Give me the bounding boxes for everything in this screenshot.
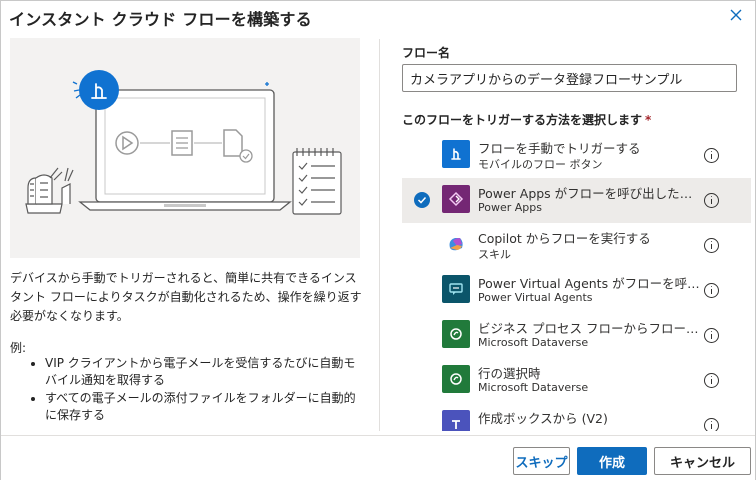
required-mark: * — [645, 113, 652, 127]
trigger-item-manual[interactable]: フローを手動でトリガーする モバイルのフロー ボタン — [402, 133, 751, 178]
trigger-label: このフローをトリガーする方法を選択します * — [402, 111, 651, 128]
trigger-title: 作成ボックスから (V2) — [478, 411, 608, 426]
dialog-footer: スキップ 作成 キャンセル — [1, 435, 755, 480]
skip-button[interactable]: スキップ — [513, 447, 570, 475]
dataverse-icon — [442, 365, 470, 393]
trigger-title: Copilot からフローを実行する — [478, 231, 651, 246]
dialog-title: インスタント クラウド フローを構築する — [9, 10, 312, 29]
trigger-subtitle: モバイルのフロー ボタン — [478, 158, 603, 171]
panel-divider — [379, 39, 380, 431]
trigger-title: Power Virtual Agents がフローを呼び出したとき — [478, 276, 700, 291]
example-list: VIP クライアントから電子メールを受信するたびに自動モバイル通知を取得する す… — [27, 355, 361, 425]
touch-icon — [442, 140, 470, 168]
plant-icon — [25, 167, 74, 214]
close-icon[interactable] — [727, 6, 745, 24]
description-text: デバイスから手動でトリガーされると、簡単に共有できるインスタント フローによりタ… — [10, 271, 362, 323]
trigger-subtitle: Power Apps — [478, 201, 542, 214]
dialog: インスタント クラウド フローを構築する デバイスから手動でトリガーされると、簡… — [0, 0, 756, 480]
cancel-button[interactable]: キャンセル — [654, 447, 751, 475]
trigger-subtitle: スキル — [478, 248, 511, 261]
dataverse-icon — [442, 320, 470, 348]
info-icon[interactable] — [704, 238, 719, 253]
trigger-subtitle: Microsoft Dataverse — [478, 381, 589, 394]
flow-name-label: フロー名 — [402, 46, 451, 60]
trigger-subtitle: Power Virtual Agents — [478, 291, 593, 304]
checklist-icon — [292, 148, 342, 215]
trigger-title: 行の選択時 — [478, 366, 541, 381]
trigger-title: ビジネス プロセス フローからフローを実行する — [478, 321, 700, 336]
checkmark-icon — [414, 192, 430, 208]
info-icon[interactable] — [704, 418, 719, 431]
trigger-title: Power Apps がフローを呼び出したとき — [478, 186, 700, 201]
trigger-subtitle: Microsoft Dataverse — [478, 336, 589, 349]
example-item: すべての電子メールの添付ファイルをフォルダーに自動的に保存する — [27, 390, 361, 424]
trigger-item-power-apps[interactable]: Power Apps がフローを呼び出したとき Power Apps — [402, 178, 751, 223]
power-virtual-agents-icon — [442, 275, 470, 303]
trigger-item-row-selected[interactable]: 行の選択時 Microsoft Dataverse — [402, 358, 751, 403]
hero-illustration — [10, 38, 360, 258]
power-apps-icon — [442, 185, 470, 213]
info-icon[interactable] — [704, 148, 719, 163]
trigger-list[interactable]: フローを手動でトリガーする モバイルのフロー ボタン Power Apps がフ… — [402, 133, 751, 431]
info-icon[interactable] — [704, 193, 719, 208]
trigger-item-compose-box[interactable]: 作成ボックスから (V2) — [402, 403, 751, 431]
trigger-title: フローを手動でトリガーする — [478, 141, 641, 156]
trigger-label-text: このフローをトリガーする方法を選択します — [402, 113, 643, 127]
trigger-item-business-process[interactable]: ビジネス プロセス フローからフローを実行する Microsoft Datave… — [402, 313, 751, 358]
example-heading: 例: — [10, 341, 27, 355]
info-icon[interactable] — [704, 373, 719, 388]
trigger-item-copilot[interactable]: Copilot からフローを実行する スキル — [402, 223, 751, 268]
teams-icon — [442, 410, 470, 431]
copilot-icon — [442, 230, 470, 258]
create-button[interactable]: 作成 — [577, 447, 647, 475]
laptop-icon — [78, 89, 292, 211]
trigger-item-pva[interactable]: Power Virtual Agents がフローを呼び出したとき Power … — [402, 268, 751, 313]
flow-name-input[interactable] — [402, 64, 737, 92]
info-icon[interactable] — [704, 283, 719, 298]
info-icon[interactable] — [704, 328, 719, 343]
example-item: VIP クライアントから電子メールを受信するたびに自動モバイル通知を取得する — [27, 355, 361, 389]
